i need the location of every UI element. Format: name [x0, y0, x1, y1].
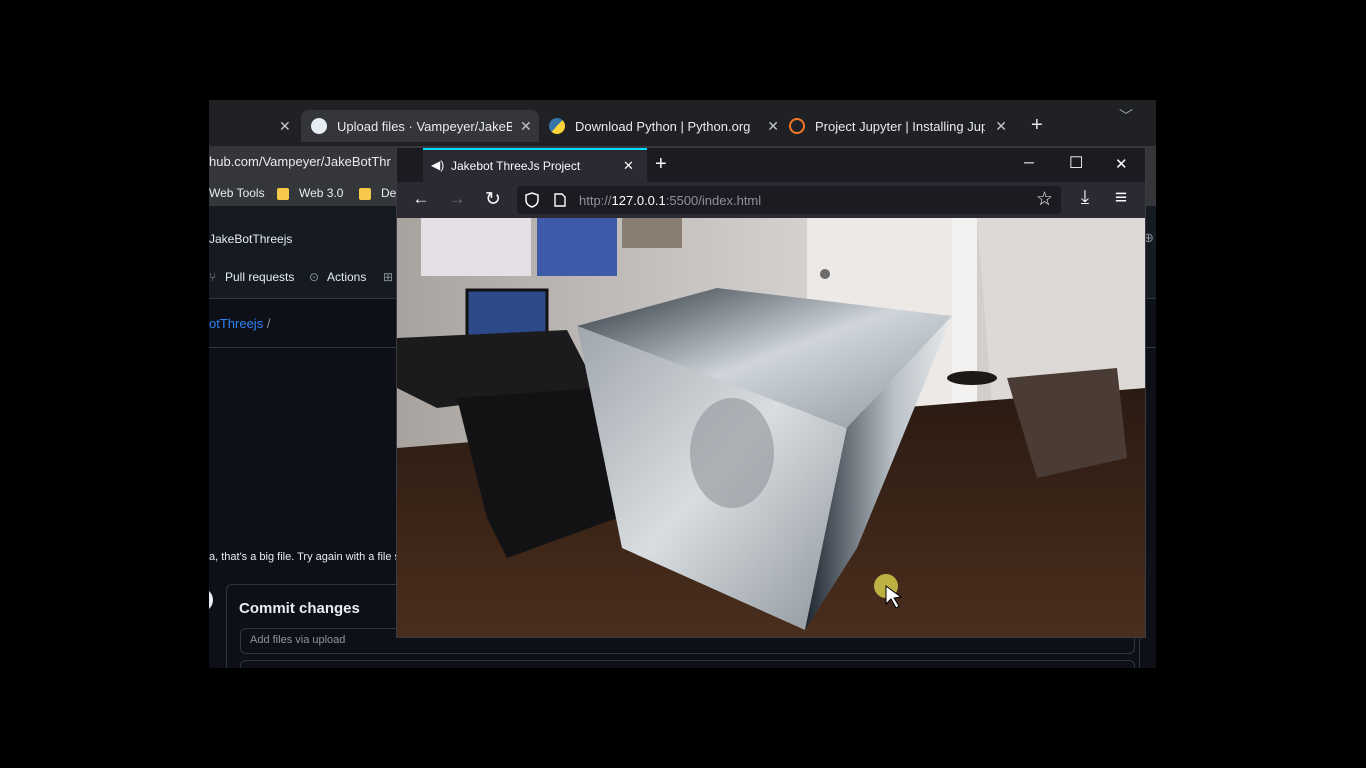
repo-name[interactable]: JakeBotThreejs [209, 232, 292, 246]
pull-request-icon: ⑂ [209, 270, 217, 284]
url-bar[interactable]: http://127.0.0.1:5500/index.html ☆ [517, 186, 1061, 214]
firefox-nav-bar: ← → ↻ http://127.0.0.1:5500/index.html ☆… [397, 182, 1145, 218]
tab-close-icon[interactable]: ✕ [767, 118, 779, 135]
page-icon[interactable] [554, 193, 566, 207]
commit-placeholder: Add files via upload [250, 634, 346, 646]
url-host: 127.0.0.1 [611, 193, 666, 208]
github-icon [311, 118, 327, 134]
new-tab-button[interactable]: + [1031, 114, 1043, 137]
nav-pull-requests[interactable]: Pull requests [225, 270, 294, 284]
room-scene[interactable] [397, 218, 1145, 638]
chrome-tab-upload[interactable]: Upload files · Vampeyer/JakeBotT ✕ [301, 110, 539, 142]
bookmark-label: Web 3.0 [299, 186, 344, 200]
commit-description-input[interactable] [240, 660, 1135, 668]
threejs-canvas[interactable] [397, 218, 1145, 638]
speaker-icon[interactable]: ◀) [431, 158, 444, 172]
firefox-tab-bar: ◀) Jakebot ThreeJs Project ✕ + ─ ☐ ✕ [397, 148, 1145, 182]
tab-close-icon[interactable]: ✕ [520, 118, 532, 135]
maximize-button[interactable]: ☐ [1069, 153, 1083, 173]
tab-title: Jakebot ThreeJs Project [451, 159, 581, 173]
wall-art-1 [421, 218, 531, 276]
tab-label: Project Jupyter | Installing Jupyte [815, 118, 986, 134]
bookmark-web3[interactable]: Web 3.0 [277, 186, 343, 200]
downloads-button[interactable]: ⤓ [1071, 187, 1099, 209]
tab-close-icon[interactable]: ✕ [995, 118, 1007, 135]
shield-icon[interactable] [525, 192, 539, 208]
bookmark-de[interactable]: De [359, 186, 396, 200]
breadcrumb-repo[interactable]: otThreejs [209, 316, 263, 331]
tab-label: Download Python | Python.org [575, 118, 751, 134]
url-suffix: :5500/index.html [665, 193, 762, 208]
tab-close-icon[interactable]: ✕ [279, 118, 291, 135]
folder-icon [277, 187, 289, 200]
avatar [209, 588, 213, 612]
folder-icon [359, 187, 371, 200]
nav-actions[interactable]: Actions [327, 270, 366, 284]
breadcrumb: otThreejs / [209, 316, 270, 331]
wall-art-2 [537, 218, 617, 276]
breadcrumb-separator: / [266, 316, 271, 331]
url-prefix: http:// [579, 193, 612, 208]
python-icon [549, 118, 565, 134]
back-button[interactable]: ← [407, 189, 435, 209]
firefox-tab-active[interactable]: ◀) Jakebot ThreeJs Project ✕ [423, 148, 647, 182]
wall-art-3 [622, 218, 682, 248]
tab-close-icon[interactable]: ✕ [623, 158, 634, 174]
menu-button[interactable]: ≡ [1107, 186, 1135, 210]
url-text: http://127.0.0.1:5500/index.html [579, 193, 761, 208]
firefox-window: ◀) Jakebot ThreeJs Project ✕ + ─ ☐ ✕ ← →… [396, 147, 1146, 638]
face-texture [690, 398, 774, 508]
new-tab-button[interactable]: + [655, 153, 667, 176]
reload-button[interactable]: ↻ [479, 188, 507, 211]
tab-search-icon[interactable]: ﹀ [1119, 106, 1133, 126]
tab-label: Upload files · Vampeyer/JakeBotT [337, 118, 512, 134]
commit-title: Commit changes [239, 600, 360, 617]
upload-error-text: a, that's a big file. Try again with a f… [209, 551, 401, 563]
close-window-button[interactable]: ✕ [1115, 155, 1128, 173]
bookmark-label: De [381, 186, 397, 200]
stool [947, 371, 997, 385]
minimize-button[interactable]: ─ [1024, 154, 1034, 170]
jupyter-icon [789, 118, 805, 134]
chrome-url[interactable]: hub.com/Vampeyer/JakeBotThr [209, 154, 391, 169]
actions-icon: ⊙ [309, 270, 320, 284]
projects-icon: ⊞ [383, 270, 394, 284]
chrome-tab-strip: ✕ Upload files · Vampeyer/JakeBotT ✕ Dow… [209, 100, 1156, 146]
door-knob [820, 269, 830, 279]
chrome-tab-python[interactable]: Download Python | Python.org ✕ [549, 110, 779, 142]
bookmark-star-icon[interactable]: ☆ [1036, 188, 1053, 211]
forward-button[interactable]: → [443, 189, 471, 209]
bookmark-web-tools[interactable]: Web Tools [209, 186, 265, 200]
chrome-tab-jupyter[interactable]: Project Jupyter | Installing Jupyte ✕ [789, 110, 1007, 142]
